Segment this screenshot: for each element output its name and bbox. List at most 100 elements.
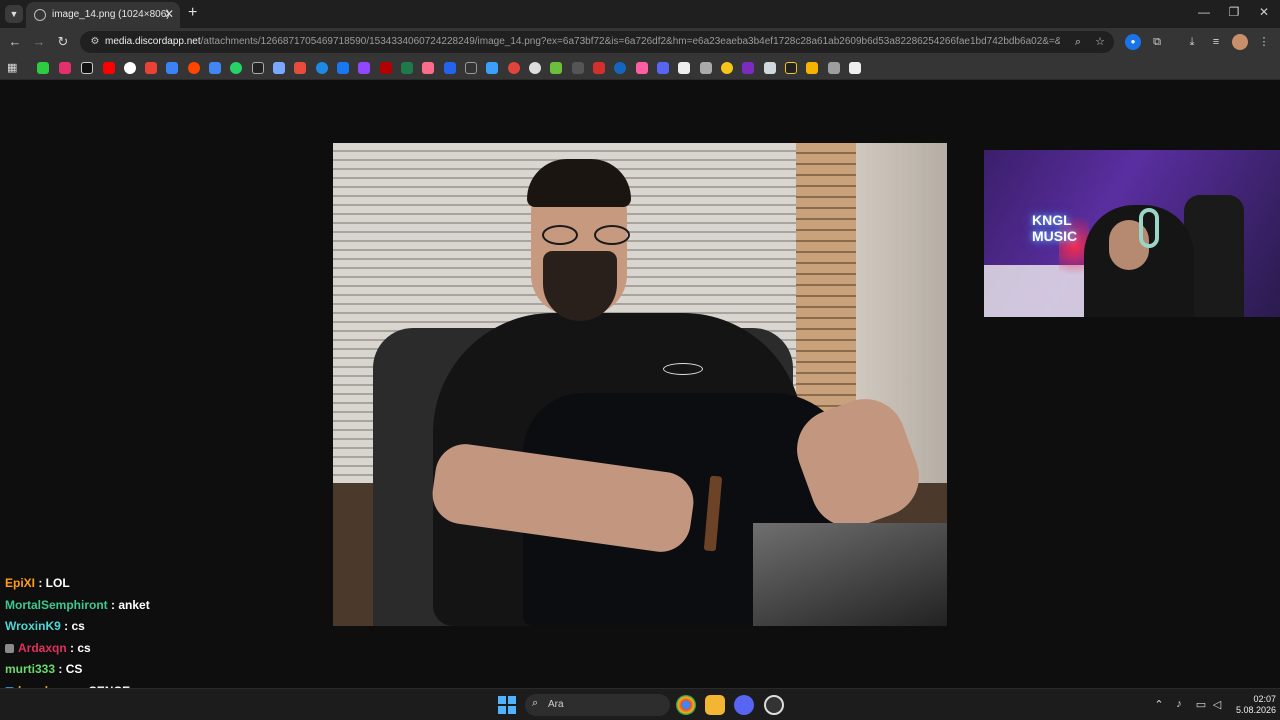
file-explorer-icon[interactable] (705, 695, 725, 715)
headset (1139, 208, 1159, 248)
shirt-logo (663, 363, 703, 375)
chat-username[interactable]: WroxinK9 (5, 619, 61, 633)
taskbar-search[interactable]: ⌕ Ara (525, 694, 670, 716)
chat-text: : anket (107, 597, 150, 612)
bookmark-20-icon[interactable] (678, 62, 690, 74)
bookmark-5-icon[interactable] (316, 62, 328, 74)
webcam-neon-sign: KNGL MUSIC (1032, 212, 1078, 244)
bookmark-18-icon[interactable] (636, 62, 648, 74)
chat-badge-icon (5, 643, 14, 653)
steam-icon[interactable] (764, 695, 784, 715)
search-icon: ⌕ (532, 697, 539, 709)
tab-image[interactable]: image_14.png (1024×806) ✕ (26, 2, 180, 28)
chat-username[interactable]: Ardaxqn (18, 641, 67, 655)
apps-grid-icon[interactable]: ▦ (7, 62, 19, 74)
bookmark-x-icon[interactable] (81, 62, 93, 74)
reading-list-icon[interactable]: ≡ (1208, 34, 1224, 50)
minimize-icon[interactable]: — (1196, 5, 1212, 19)
bookmark-12-icon[interactable] (508, 62, 520, 74)
chat-message: murti333 : CS (5, 660, 305, 682)
bookmark-6-icon[interactable] (380, 62, 392, 74)
bookmark-google-icon[interactable] (124, 62, 136, 74)
chat-username[interactable]: murti333 (5, 662, 55, 676)
bookmark-11-icon[interactable] (486, 62, 498, 74)
displayed-image[interactable] (333, 143, 947, 626)
bookmark-youtube-icon[interactable] (103, 62, 115, 74)
bookmark-8-icon[interactable] (422, 62, 434, 74)
bookmark-13-icon[interactable] (529, 62, 541, 74)
chrome-icon[interactable] (676, 695, 696, 715)
url-host: media.discordapp.net (105, 36, 201, 47)
bookmark-25-icon[interactable] (785, 62, 797, 74)
search-placeholder: Ara (548, 699, 564, 710)
forward-icon[interactable]: → (30, 33, 48, 51)
close-tab-icon[interactable]: ✕ (164, 7, 174, 21)
bookmark-facebook-icon[interactable] (337, 62, 349, 74)
bookmark-gmail-icon[interactable] (145, 62, 157, 74)
extensions-puzzle-icon[interactable]: ⧉ (1149, 34, 1165, 50)
browser-toolbar: ← → ↻ ⚙ media.discordapp.net/attachments… (0, 28, 1280, 56)
bookmark-19-icon[interactable] (657, 62, 669, 74)
webcam-overlay: KNGL MUSIC (984, 150, 1280, 317)
bookmark-2-icon[interactable] (252, 62, 264, 74)
microphone-icon[interactable]: ♪ (1172, 698, 1186, 710)
bookmark-26-icon[interactable] (828, 62, 840, 74)
new-tab-icon[interactable]: + (188, 4, 197, 22)
site-info-icon[interactable]: ⚙ (88, 35, 102, 49)
bookmark-translate-icon[interactable] (209, 62, 221, 74)
bookmark-23-icon[interactable] (742, 62, 754, 74)
restore-icon[interactable]: ❐ (1226, 5, 1242, 19)
zoom-icon[interactable]: ⌕ (1070, 34, 1086, 50)
tray-expand-icon[interactable]: ⌃ (1152, 698, 1166, 711)
profile-avatar[interactable] (1232, 34, 1248, 50)
bookmark-9-icon[interactable] (444, 62, 456, 74)
bookmark-14-icon[interactable] (550, 62, 562, 74)
taskbar-clock[interactable]: 02:07 5.08.2026 (1226, 694, 1276, 716)
bookmark-reddit-icon[interactable] (188, 62, 200, 74)
bookmark-3-icon[interactable] (273, 62, 285, 74)
volume-icon[interactable]: ◁ (1210, 698, 1224, 711)
bookmark-whatsapp-icon[interactable] (230, 62, 242, 74)
chat-text: : LOL (35, 576, 70, 590)
bookmark-twitch-icon[interactable] (358, 62, 370, 74)
extension-icon[interactable]: ● (1125, 34, 1141, 50)
close-window-icon[interactable]: ✕ (1256, 5, 1272, 19)
tab-search-chevron-icon[interactable]: ▼ (5, 5, 23, 23)
bookmark-1-icon[interactable] (166, 62, 178, 74)
bookmark-16-icon[interactable] (593, 62, 605, 74)
more-menu-icon[interactable]: ⋮ (1256, 34, 1272, 50)
bookmark-15-icon[interactable] (572, 62, 584, 74)
bookmark-kick-icon[interactable] (37, 62, 49, 74)
taskbar: ⌕ Ara ⌃ ♪ ▭ ◁ 02:07 5.08.2026 (0, 688, 1280, 720)
address-bar[interactable]: ⚙ media.discordapp.net/attachments/12668… (80, 31, 1114, 53)
bookmark-7-icon[interactable] (401, 62, 413, 74)
bookmark-instagram-icon[interactable] (59, 62, 71, 74)
bookmark-4-icon[interactable] (294, 62, 306, 74)
chat-text: : cs (60, 619, 85, 633)
chat-message: Ardaxqn : cs (5, 639, 305, 661)
reload-icon[interactable]: ↻ (54, 33, 72, 51)
bookmark-10-icon[interactable] (465, 62, 477, 74)
bookmark-21-icon[interactable] (700, 62, 712, 74)
chat-username[interactable]: MortalSemphiront (5, 598, 108, 612)
downloads-icon[interactable]: ⤓ (1184, 34, 1200, 50)
bookmark-17-icon[interactable] (614, 62, 626, 74)
chat-message: EpiXI : LOL (5, 574, 305, 596)
clock-date: 5.08.2026 (1235, 705, 1276, 715)
discord-icon[interactable] (734, 695, 754, 715)
chat-text: : CS (55, 662, 83, 676)
bookmark-star-icon[interactable]: ☆ (1092, 34, 1108, 50)
bookmark-27-icon[interactable] (849, 62, 861, 74)
bookmark-folder-icon[interactable] (806, 62, 818, 74)
glasses (538, 225, 638, 245)
back-icon[interactable]: ← (6, 33, 24, 51)
chat-text: : cs (66, 640, 91, 655)
bookmark-24-icon[interactable] (764, 62, 776, 74)
bookmark-22-icon[interactable] (721, 62, 733, 74)
chat-message: MortalSemphiront : anket (5, 596, 305, 618)
chat-message: WroxinK9 : cs (5, 617, 305, 639)
chat-username[interactable]: EpiXI (5, 576, 35, 590)
url-text[interactable]: media.discordapp.net/attachments/1266871… (105, 36, 1060, 47)
windows-start-icon[interactable] (498, 696, 516, 714)
network-icon[interactable]: ▭ (1194, 698, 1208, 711)
